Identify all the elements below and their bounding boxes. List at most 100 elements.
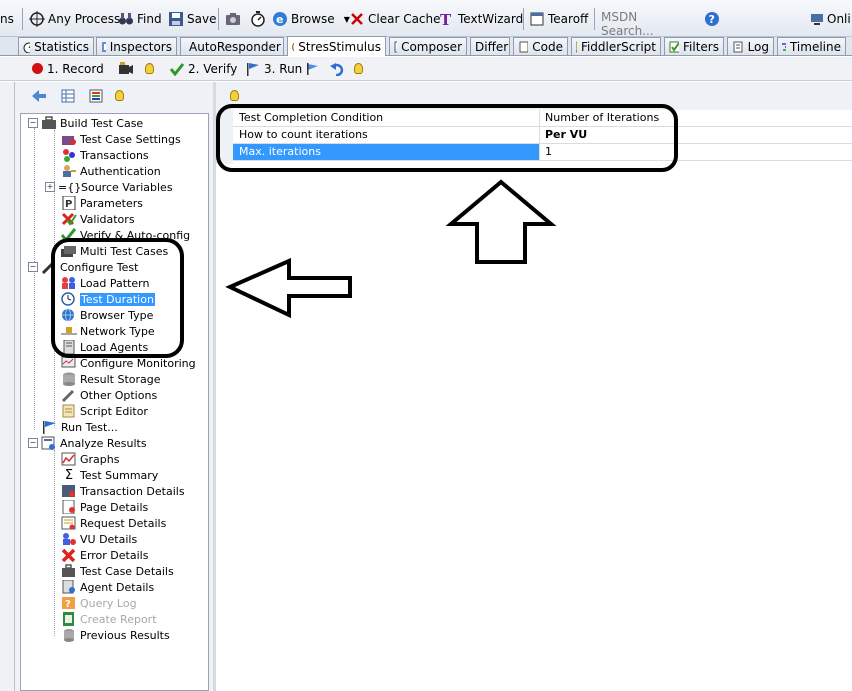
lightbulb-icon xyxy=(354,63,363,74)
svg-text:?: ? xyxy=(709,13,715,26)
tree-node-other-options[interactable]: Other Options xyxy=(61,387,157,403)
tab-inspectors[interactable]: Inspectors xyxy=(96,37,177,55)
clear-cache-icon xyxy=(351,13,363,25)
property-row[interactable]: Test Completion Condition Number of Iter… xyxy=(233,110,852,127)
binoculars-icon xyxy=(119,13,133,25)
tree-node-configure-monitoring[interactable]: Configure Monitoring xyxy=(61,355,196,371)
tree-node-verify-autoconfig[interactable]: Verify & Auto-config xyxy=(61,227,190,243)
tree-label: Validators xyxy=(80,212,135,226)
run-button[interactable]: 3. Run xyxy=(246,60,302,77)
tab-label: Composer xyxy=(401,39,462,54)
undo-button[interactable] xyxy=(330,60,346,77)
verify-button[interactable]: 2. Verify xyxy=(170,60,237,77)
timer-button[interactable] xyxy=(250,10,266,28)
tab-code[interactable]: Code xyxy=(513,37,568,55)
tree-node-configure-test[interactable]: − Configure Test xyxy=(28,259,138,275)
tree-node-test-duration[interactable]: Test Duration xyxy=(61,291,155,307)
tab-composer[interactable]: Composer xyxy=(389,37,467,55)
tree-node-previous-results[interactable]: Previous Results xyxy=(61,627,170,643)
online-indicator[interactable]: Onli xyxy=(810,10,851,28)
svg-text:JS: JS xyxy=(576,45,577,52)
toolbar-divider xyxy=(523,8,524,30)
tab-differ[interactable]: Differ xyxy=(470,37,510,55)
tree-label: Browser Type xyxy=(80,308,154,322)
lightbulb-icon[interactable] xyxy=(115,90,124,101)
property-value[interactable]: Per VU xyxy=(541,127,852,143)
tree-node-result-storage[interactable]: Result Storage xyxy=(61,371,161,387)
tab-label: FiddlerScript xyxy=(580,39,656,54)
tearoff-button[interactable]: Tearoff xyxy=(529,10,588,28)
tab-statistics[interactable]: Statistics xyxy=(18,37,94,55)
property-value[interactable]: Number of Iterations xyxy=(541,110,852,126)
record-label: 1. Record xyxy=(47,61,104,76)
svg-text:e: e xyxy=(276,13,283,26)
tree-node-test-summary[interactable]: Σ Test Summary xyxy=(61,467,158,483)
tree-node-parameters[interactable]: P Parameters xyxy=(61,195,143,211)
tearoff-icon xyxy=(530,12,544,26)
textwizard-button[interactable]: T TextWizard xyxy=(439,10,523,28)
property-name: Test Completion Condition xyxy=(233,110,540,126)
tree-node-analyze-results[interactable]: − Analyze Results xyxy=(28,435,147,451)
list-view-icon[interactable] xyxy=(89,89,103,103)
any-process-button[interactable]: Any Process xyxy=(29,10,120,28)
tree-node-vu-details[interactable]: VU Details xyxy=(61,531,137,547)
tip-bulb-button[interactable] xyxy=(145,60,154,77)
grid-view-icon[interactable] xyxy=(61,89,75,103)
lightbulb-icon xyxy=(145,63,154,74)
tab-log[interactable]: Log xyxy=(727,37,774,55)
tree-node-agent-details[interactable]: Agent Details xyxy=(61,579,154,595)
msdn-search-input[interactable]: MSDN Search... xyxy=(601,10,693,38)
find-button[interactable]: Find xyxy=(118,10,162,28)
collapse-toggle[interactable]: − xyxy=(28,262,38,272)
expand-toggle[interactable]: + xyxy=(45,182,55,192)
tree-node-transaction-details[interactable]: Transaction Details xyxy=(61,483,185,499)
tree-node-test-case-settings[interactable]: Test Case Settings xyxy=(61,131,181,147)
tab-filters[interactable]: Filters xyxy=(664,37,724,55)
tree-node-script-editor[interactable]: Script Editor xyxy=(61,403,148,419)
tree-node-test-case-details[interactable]: Test Case Details xyxy=(61,563,174,579)
property-grid: Test Completion Condition Number of Iter… xyxy=(233,110,852,161)
run-options-button[interactable] xyxy=(306,60,322,77)
tab-timeline[interactable]: Timeline xyxy=(777,37,846,55)
property-row-selected[interactable]: Max. iterations 1 xyxy=(233,144,852,161)
property-value[interactable]: 1 xyxy=(541,144,852,160)
tree-node-page-details[interactable]: Page Details xyxy=(61,499,148,515)
browse-button[interactable]: e Browse ▼ xyxy=(272,10,350,28)
screenshot-button[interactable] xyxy=(225,10,241,28)
tree-label: Test Case Settings xyxy=(80,132,181,146)
tree-node-multi-test-cases[interactable]: Multi Test Cases xyxy=(61,243,168,259)
tab-fiddlerscript[interactable]: JS FiddlerScript xyxy=(571,37,661,55)
tree-node-load-agents[interactable]: Load Agents xyxy=(61,339,148,355)
tree-node-transactions[interactable]: Transactions xyxy=(61,147,149,163)
tree-node-network-type[interactable]: Network Type xyxy=(61,323,155,339)
help-button[interactable]: ? xyxy=(704,10,720,28)
tree-label: Transaction Details xyxy=(80,484,185,498)
tree-node-source-variables[interactable]: + ={} Source Variables xyxy=(45,179,173,195)
tree-toolbar xyxy=(15,82,213,110)
collapse-toggle[interactable]: − xyxy=(28,118,38,128)
record-button[interactable]: 1. Record xyxy=(32,60,104,77)
tree-node-graphs[interactable]: Graphs xyxy=(61,451,119,467)
clear-cache-button[interactable]: Clear Cache xyxy=(349,10,441,28)
stopwatch-icon xyxy=(23,42,31,53)
js-icon: JS xyxy=(576,41,577,52)
tree-node-authentication[interactable]: Authentication xyxy=(61,163,161,179)
tree-node-validators[interactable]: Validators xyxy=(61,211,135,227)
tree-node-browser-type[interactable]: Browser Type xyxy=(61,307,153,323)
tree-node-run-test[interactable]: Run Test... xyxy=(42,419,118,435)
network-icon xyxy=(61,327,77,335)
tree-node-build-test-case[interactable]: − Build Test Case xyxy=(28,115,143,131)
record-settings-button[interactable] xyxy=(118,60,134,77)
tree-node-error-details[interactable]: Error Details xyxy=(61,547,148,563)
collapsed-side-strip xyxy=(0,82,15,691)
save-button[interactable]: Save xyxy=(168,10,216,28)
property-row[interactable]: How to count iterations Per VU xyxy=(233,127,852,144)
lightbulb-icon[interactable] xyxy=(230,90,239,101)
collapse-toggle[interactable]: − xyxy=(28,438,38,448)
tree-node-request-details[interactable]: Request Details xyxy=(61,515,166,531)
tip-bulb-button[interactable] xyxy=(354,60,363,77)
tab-stresstimulus[interactable]: S StresStimulus xyxy=(287,36,386,56)
back-arrow-icon[interactable] xyxy=(31,89,47,103)
tree-node-load-pattern[interactable]: Load Pattern xyxy=(61,275,149,291)
tab-autoresponder[interactable]: AutoResponder xyxy=(180,37,284,55)
